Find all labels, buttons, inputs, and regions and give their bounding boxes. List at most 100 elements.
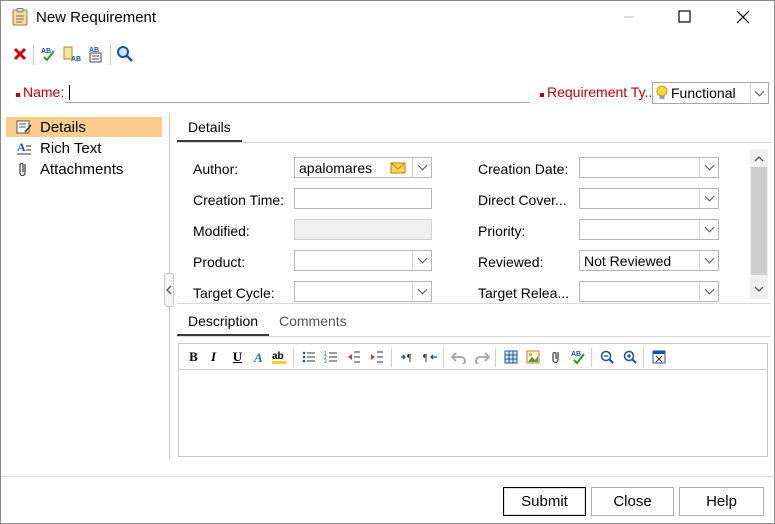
creation-time-field[interactable] — [294, 188, 432, 209]
footer-divider — [1, 476, 775, 477]
toolbar-separator — [443, 348, 444, 367]
tab-divider — [177, 142, 771, 143]
scroll-up-icon[interactable] — [750, 150, 768, 167]
nav-item-rich-text[interactable]: A Rich Text — [6, 138, 162, 158]
priority-select[interactable] — [579, 219, 719, 240]
product-select[interactable] — [294, 250, 432, 271]
name-label: Name: — [23, 84, 65, 100]
section-divider — [177, 303, 771, 304]
tab-comments[interactable]: Comments — [279, 313, 347, 329]
toolbar-separator — [495, 348, 496, 367]
svg-text:AB: AB — [571, 351, 581, 358]
font-color-icon[interactable]: A — [250, 348, 267, 366]
minimize-icon[interactable] — [606, 1, 652, 33]
envelope-icon[interactable] — [390, 161, 406, 175]
chevron-down-icon[interactable] — [699, 220, 718, 239]
author-label: Author: — [193, 161, 239, 177]
maximize-icon[interactable] — [662, 1, 708, 33]
editor-toolbar: B I U A ab 123 ¶ ¶ AB — [178, 343, 768, 370]
description-editor[interactable] — [178, 370, 768, 457]
toolbar-separator — [293, 348, 294, 367]
clear-format-icon[interactable] — [650, 348, 667, 366]
svg-text:A: A — [17, 140, 26, 154]
zoom-in-icon[interactable] — [621, 348, 638, 366]
chevron-down-icon[interactable] — [412, 251, 431, 270]
image-icon[interactable] — [524, 348, 541, 366]
creation-date-label: Creation Date: — [478, 161, 569, 177]
spell-check-icon[interactable]: AB — [40, 45, 58, 63]
rich-text-icon: A — [16, 140, 32, 156]
chevron-down-icon[interactable] — [699, 251, 718, 270]
requirement-type-label: Requirement Ty... — [547, 84, 657, 100]
chevron-down-icon[interactable] — [699, 158, 718, 177]
help-button[interactable]: Help — [679, 487, 764, 516]
chevron-down-icon[interactable] — [412, 282, 431, 301]
reviewed-value: Not Reviewed — [584, 253, 672, 269]
chevron-down-icon[interactable] — [699, 282, 718, 301]
underline-button[interactable]: U — [229, 348, 246, 366]
attach-icon[interactable] — [547, 348, 564, 366]
highlight-icon[interactable]: ab — [270, 348, 287, 366]
name-input[interactable] — [65, 82, 530, 103]
creation-date-field[interactable] — [579, 157, 719, 178]
author-field[interactable]: apalomares — [294, 157, 432, 178]
nav-item-details[interactable]: Details — [6, 117, 162, 137]
increase-indent-icon[interactable] — [368, 348, 385, 366]
window-title: New Requirement — [36, 9, 157, 26]
direct-cover-select[interactable] — [579, 188, 719, 209]
direct-cover-label: Direct Cover... — [478, 192, 567, 208]
target-cycle-select[interactable] — [294, 281, 432, 302]
spell-options-icon[interactable]: AB — [63, 45, 81, 63]
italic-button[interactable]: I — [205, 348, 222, 366]
find-icon[interactable] — [116, 45, 134, 63]
target-release-label: Target Relea... — [478, 285, 570, 301]
submit-button[interactable]: Submit — [503, 487, 586, 516]
numbered-list-icon[interactable]: 123 — [322, 348, 339, 366]
priority-label: Priority: — [478, 223, 526, 239]
nav-item-label: Rich Text — [40, 139, 102, 157]
undo-icon[interactable] — [450, 348, 467, 366]
svg-text:3: 3 — [324, 359, 327, 364]
bullet-list-icon[interactable] — [300, 348, 317, 366]
new-requirement-dialog: New Requirement AB AB AB Name: Requireme… — [0, 0, 775, 524]
tab-details[interactable]: Details — [188, 119, 231, 135]
target-release-select[interactable] — [579, 281, 719, 302]
requirement-type-value: Functional — [671, 85, 736, 101]
details-icon — [16, 119, 32, 135]
decrease-indent-icon[interactable] — [345, 348, 362, 366]
redo-icon[interactable] — [473, 348, 490, 366]
ltr-icon[interactable]: ¶ — [399, 348, 416, 366]
bold-button[interactable]: B — [185, 348, 202, 366]
table-icon[interactable] — [502, 348, 519, 366]
zoom-out-icon[interactable] — [598, 348, 615, 366]
clipboard-icon — [12, 8, 28, 26]
close-button[interactable]: Close — [591, 487, 674, 516]
svg-text:¶: ¶ — [423, 353, 428, 364]
author-value: apalomares — [299, 160, 373, 176]
rtl-icon[interactable]: ¶ — [421, 348, 438, 366]
toolbar-separator — [33, 45, 34, 65]
chevron-down-icon[interactable] — [699, 189, 718, 208]
close-icon[interactable] — [720, 1, 766, 33]
target-cycle-label: Target Cycle: — [193, 285, 275, 301]
scroll-down-icon[interactable] — [750, 280, 768, 297]
requirement-type-select[interactable]: Functional — [652, 82, 769, 104]
reviewed-select[interactable]: Not Reviewed — [579, 250, 719, 271]
scrollbar-thumb[interactable] — [751, 167, 767, 275]
modified-label: Modified: — [193, 223, 250, 239]
chevron-down-icon[interactable] — [750, 83, 768, 103]
tab-description[interactable]: Description — [188, 313, 258, 329]
delete-icon[interactable] — [11, 45, 29, 63]
paperclip-icon — [16, 161, 32, 177]
svg-text:A: A — [253, 350, 263, 364]
nav-item-attachments[interactable]: Attachments — [6, 159, 162, 179]
product-label: Product: — [193, 254, 246, 270]
collapse-handle[interactable] — [164, 273, 174, 307]
spell-check-icon[interactable]: AB — [569, 348, 586, 366]
svg-text:ab: ab — [272, 351, 284, 362]
nav-item-label: Attachments — [40, 160, 124, 178]
toolbar-separator — [643, 348, 644, 367]
svg-text:AB: AB — [41, 48, 51, 55]
chevron-down-icon[interactable] — [412, 158, 431, 177]
thesaurus-icon[interactable]: AB — [87, 45, 105, 63]
